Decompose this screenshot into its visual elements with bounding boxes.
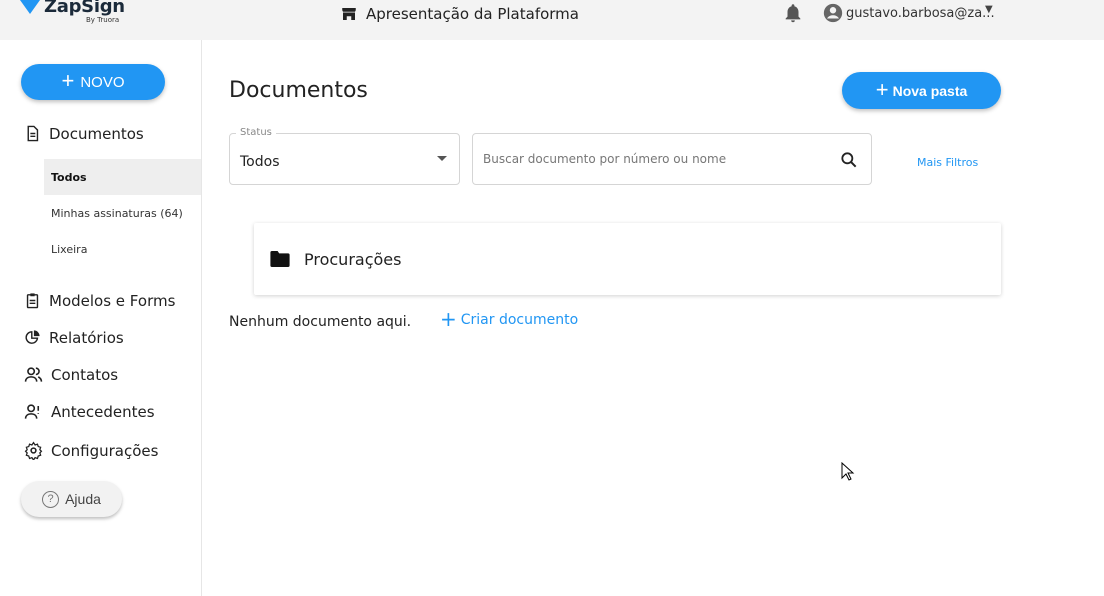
user-email: gustavo.barbosa@za... bbox=[846, 5, 995, 21]
status-filter-label: Status bbox=[236, 127, 276, 138]
person-search-icon bbox=[24, 402, 43, 421]
sidebar-item-modelos-e-forms[interactable]: Modelos e Forms bbox=[24, 291, 175, 310]
sidebar-item-label: Configurações bbox=[51, 441, 159, 460]
logo-subtitle: By Truora bbox=[86, 16, 120, 24]
new-button[interactable]: + NOVO bbox=[21, 64, 165, 100]
plus-icon: + bbox=[440, 307, 457, 331]
search-icon[interactable] bbox=[839, 150, 859, 170]
sidebar-item-relatorios[interactable]: Relatórios bbox=[24, 328, 124, 347]
create-document-link[interactable]: + Criar documento bbox=[440, 307, 579, 331]
sidebar-item-antecedentes[interactable]: Antecedentes bbox=[24, 402, 155, 421]
search-field[interactable] bbox=[472, 133, 872, 185]
gear-icon bbox=[24, 441, 43, 460]
create-document-label: Criar documento bbox=[460, 312, 579, 328]
sidebar-subitem-todos[interactable]: Todos bbox=[44, 159, 201, 195]
zapsign-logo[interactable]: ZapSign By Truora bbox=[20, 0, 130, 30]
notifications-bell-icon[interactable] bbox=[782, 2, 804, 24]
more-filters-link[interactable]: Mais Filtros bbox=[917, 156, 978, 169]
sidebar-item-label: Relatórios bbox=[49, 328, 124, 347]
help-button[interactable]: ? Ajuda bbox=[21, 481, 122, 517]
new-folder-button-label: Nova pasta bbox=[892, 82, 968, 99]
mouse-cursor-icon bbox=[841, 462, 855, 482]
user-menu-caret-icon[interactable]: ▼ bbox=[985, 4, 993, 15]
plus-icon: + bbox=[61, 68, 75, 93]
organization-selector[interactable]: Apresentação da Plataforma bbox=[340, 3, 579, 25]
folder-item[interactable]: Procurações bbox=[254, 223, 1001, 295]
status-filter-select[interactable]: Status Todos bbox=[229, 127, 460, 185]
logo-text: ZapSign bbox=[44, 0, 125, 17]
user-menu[interactable]: gustavo.barbosa@za... bbox=[822, 2, 995, 24]
store-icon bbox=[340, 5, 358, 23]
page-title: Documentos bbox=[229, 78, 368, 103]
new-button-label: NOVO bbox=[80, 73, 125, 91]
people-icon bbox=[24, 365, 43, 384]
account-circle-icon bbox=[822, 2, 844, 24]
sidebar-item-label: Antecedentes bbox=[51, 402, 155, 421]
sidebar: + NOVO Documentos Todos Minhas assinatur… bbox=[0, 40, 202, 596]
folder-icon bbox=[270, 251, 290, 267]
plus-icon: + bbox=[875, 76, 889, 102]
organization-name: Apresentação da Plataforma bbox=[366, 5, 579, 23]
sidebar-subitem-minhas-assinaturas[interactable]: Minhas assinaturas (64) bbox=[44, 195, 201, 231]
chevron-down-icon bbox=[437, 156, 447, 161]
sidebar-item-configuracoes[interactable]: Configurações bbox=[24, 441, 158, 460]
sidebar-item-label: Documentos bbox=[49, 124, 144, 143]
empty-state-message: Nenhum documento aqui. bbox=[229, 314, 412, 330]
search-input[interactable] bbox=[483, 148, 823, 170]
top-bar: ZapSign By Truora Apresentação da Plataf… bbox=[0, 0, 1104, 40]
sidebar-subitem-lixeira[interactable]: Lixeira bbox=[44, 231, 201, 267]
sidebar-item-contatos[interactable]: Contatos bbox=[24, 365, 118, 384]
pie-chart-icon bbox=[24, 328, 41, 347]
folder-name: Procurações bbox=[304, 249, 402, 269]
clipboard-icon bbox=[24, 291, 41, 310]
sidebar-item-label: Contatos bbox=[51, 365, 119, 384]
help-button-label: Ajuda bbox=[65, 491, 101, 507]
document-icon bbox=[24, 124, 41, 143]
sidebar-item-documentos[interactable]: Documentos bbox=[24, 124, 144, 143]
logo-mark-icon bbox=[20, 0, 40, 14]
help-icon: ? bbox=[42, 490, 60, 508]
new-folder-button[interactable]: + Nova pasta bbox=[842, 72, 1001, 109]
status-filter-value: Todos bbox=[240, 154, 280, 170]
sidebar-item-label: Modelos e Forms bbox=[49, 291, 176, 310]
